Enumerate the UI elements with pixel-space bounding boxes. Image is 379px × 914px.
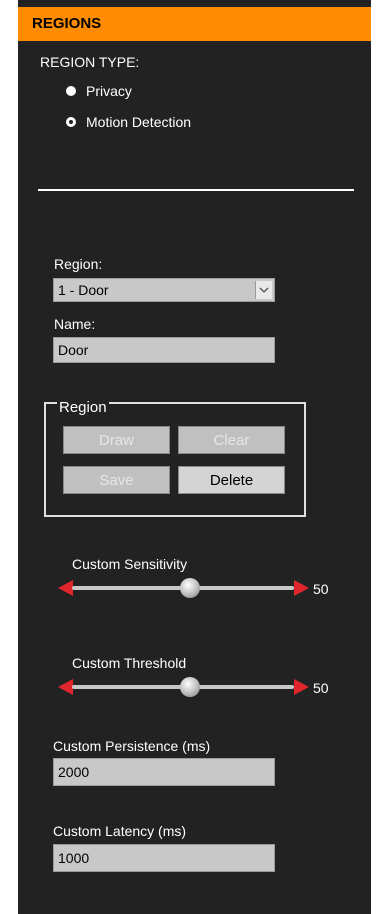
threshold-label: Custom Threshold — [72, 655, 187, 671]
region-select-label: Region: — [54, 256, 103, 272]
region-select-value: 1 - Door — [58, 282, 109, 298]
slider-thumb[interactable] — [180, 677, 200, 697]
threshold-value: 50 — [313, 680, 329, 696]
radio-motion-detection-label: Motion Detection — [86, 114, 192, 130]
draw-button-label: Draw — [98, 431, 134, 449]
slider-thumb[interactable] — [180, 578, 200, 598]
sensitivity-label: Custom Sensitivity — [72, 556, 188, 572]
arrow-right-icon[interactable] — [293, 579, 311, 597]
delete-button[interactable]: Delete — [178, 466, 285, 494]
panel-title: REGIONS — [32, 15, 102, 32]
sensitivity-value: 50 — [313, 581, 329, 597]
chevron-down-icon[interactable] — [255, 281, 272, 299]
arrow-right-icon[interactable] — [293, 678, 311, 696]
radio-privacy[interactable]: Privacy — [66, 83, 132, 99]
clear-button[interactable]: Clear — [178, 426, 285, 454]
radio-dot-icon[interactable] — [66, 117, 76, 127]
region-select[interactable]: 1 - Door — [53, 278, 275, 302]
radio-privacy-label: Privacy — [86, 83, 132, 99]
regions-panel: REGIONS REGION TYPE: Privacy Motion Dete… — [18, 0, 371, 914]
delete-button-label: Delete — [209, 471, 254, 489]
divider — [38, 189, 354, 191]
region-button-group — [44, 402, 306, 517]
clear-button-label: Clear — [213, 431, 250, 449]
draw-button[interactable]: Draw — [63, 426, 170, 454]
radio-dot-icon[interactable] — [66, 86, 76, 96]
threshold-slider[interactable] — [56, 675, 316, 699]
sensitivity-slider[interactable] — [56, 576, 316, 600]
name-field-label: Name: — [54, 316, 96, 332]
persistence-input[interactable]: 2000 — [53, 758, 275, 786]
persistence-label: Custom Persistence (ms) — [53, 738, 211, 754]
name-input-value: Door — [58, 342, 89, 358]
latency-label: Custom Latency (ms) — [53, 823, 187, 839]
name-input[interactable]: Door — [53, 337, 275, 363]
radio-motion-detection[interactable]: Motion Detection — [66, 114, 191, 130]
save-button-label: Save — [99, 471, 134, 489]
latency-input[interactable]: 1000 — [53, 844, 275, 872]
panel-header: REGIONS — [18, 7, 371, 41]
latency-input-value: 1000 — [58, 850, 90, 866]
region-group-legend: Region — [57, 399, 109, 416]
save-button[interactable]: Save — [63, 466, 170, 494]
region-type-label: REGION TYPE: — [40, 54, 140, 70]
persistence-input-value: 2000 — [58, 764, 90, 780]
